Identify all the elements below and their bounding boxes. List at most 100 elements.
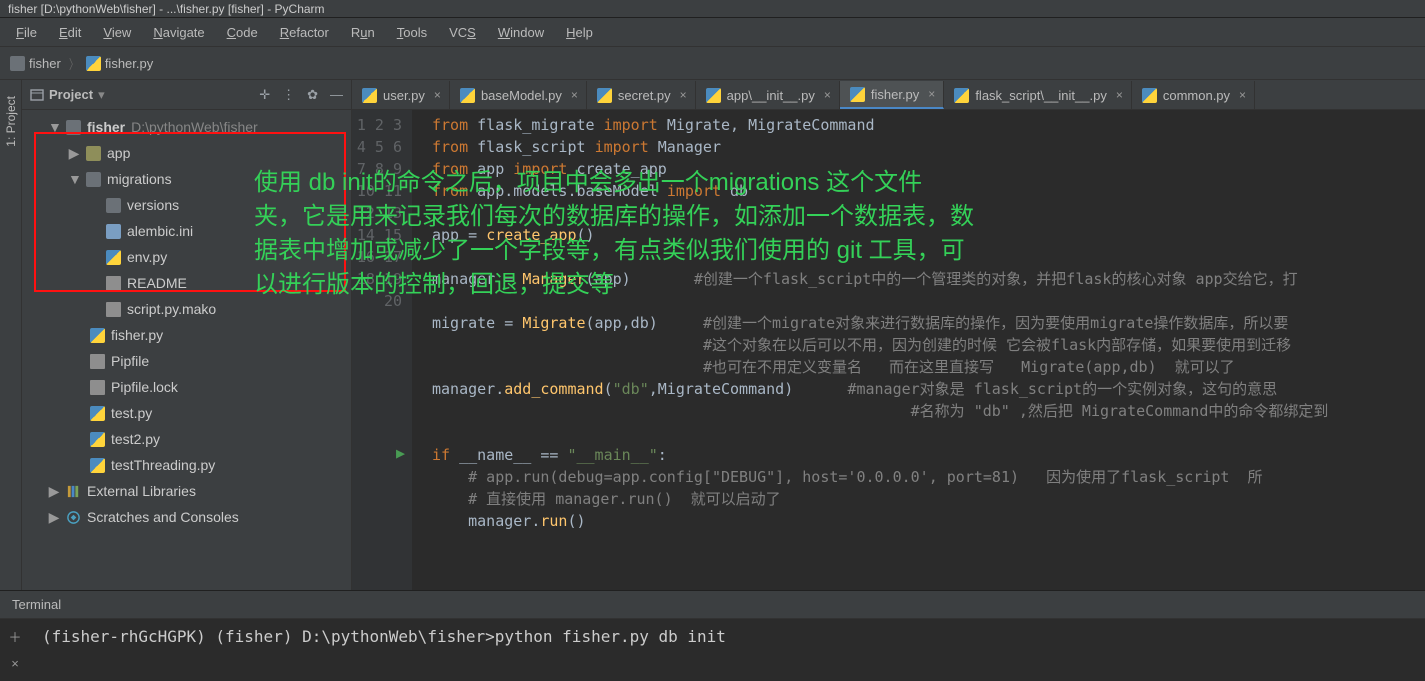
tree-fisherpy[interactable]: fisher.py — [22, 322, 351, 348]
close-session-icon[interactable]: × — [11, 656, 19, 671]
project-panel-header: Project ▾ ✛ ⋮ ✿ — — [22, 80, 351, 110]
tree-scriptmako[interactable]: script.py.mako — [22, 296, 351, 322]
close-icon[interactable]: × — [928, 87, 935, 101]
run-gutter-icon[interactable]: ▶ — [396, 444, 405, 462]
new-session-icon[interactable]: ＋ — [8, 627, 21, 646]
terminal-title: Terminal — [12, 597, 61, 612]
python-file-icon — [90, 458, 105, 473]
python-file-icon — [362, 88, 377, 103]
terminal-output[interactable]: (fisher-rhGcHGPK) (fisher) D:\pythonWeb\… — [30, 619, 1425, 654]
menu-code[interactable]: Code — [217, 23, 268, 42]
package-icon — [86, 146, 101, 161]
menu-window[interactable]: Window — [488, 23, 554, 42]
menu-edit[interactable]: Edit — [49, 23, 91, 42]
tab-basemodel[interactable]: baseModel.py× — [450, 81, 587, 109]
python-file-icon — [90, 328, 105, 343]
tree-migrations[interactable]: ▼ migrations — [22, 166, 351, 192]
tab-app-init[interactable]: app\__init__.py× — [696, 81, 840, 109]
terminal-line: (fisher-rhGcHGPK) (fisher) D:\pythonWeb\… — [42, 627, 726, 646]
settings-icon[interactable]: ✿ — [307, 87, 318, 103]
tree-envpy[interactable]: env.py — [22, 244, 351, 270]
python-file-icon — [850, 87, 865, 102]
tree-versions[interactable]: versions — [22, 192, 351, 218]
close-icon[interactable]: × — [824, 88, 831, 102]
python-file-icon — [1142, 88, 1157, 103]
project-panel-title[interactable]: Project — [49, 87, 93, 102]
close-icon[interactable]: × — [1116, 88, 1123, 102]
menu-refactor[interactable]: Refactor — [270, 23, 339, 42]
tree-scratches[interactable]: ▶ Scratches and Consoles — [22, 504, 351, 530]
text-file-icon — [90, 354, 105, 369]
collapse-icon[interactable]: ⋮ — [282, 87, 295, 103]
dropdown-icon[interactable]: ▾ — [98, 87, 105, 103]
breadcrumb-root[interactable]: fisher — [10, 56, 61, 71]
python-file-icon — [954, 88, 969, 103]
python-file-icon — [86, 56, 101, 71]
tree-root-path: D:\pythonWeb\fisher — [131, 119, 258, 135]
close-icon[interactable]: × — [680, 88, 687, 102]
hide-icon[interactable]: — — [330, 87, 343, 102]
close-icon[interactable]: × — [434, 88, 441, 102]
window-title: fisher [D:\pythonWeb\fisher] - ...\fishe… — [8, 2, 325, 16]
folder-icon — [86, 172, 101, 187]
python-file-icon — [90, 432, 105, 447]
python-file-icon — [460, 88, 475, 103]
window-title-bar: fisher [D:\pythonWeb\fisher] - ...\fishe… — [0, 0, 1425, 18]
tree-pipfile[interactable]: Pipfile — [22, 348, 351, 374]
menu-vcs[interactable]: VCS — [439, 23, 486, 42]
breadcrumb: fisher 〉 fisher.py — [0, 46, 1425, 80]
expand-icon[interactable]: ▶ — [48, 483, 60, 500]
close-icon[interactable]: × — [1239, 88, 1246, 102]
tab-common[interactable]: common.py× — [1132, 81, 1255, 109]
python-file-icon — [90, 406, 105, 421]
menu-tools[interactable]: Tools — [387, 23, 437, 42]
tree-testthreading[interactable]: testThreading.py — [22, 452, 351, 478]
folder-icon — [106, 198, 121, 213]
menu-help[interactable]: Help — [556, 23, 603, 42]
expand-icon[interactable]: ▶ — [68, 145, 80, 162]
code-editor[interactable]: 1 2 3 4 5 6 7 8 9 10 11 12 13 14 15 16 1… — [352, 110, 1425, 590]
tab-secret[interactable]: secret.py× — [587, 81, 696, 109]
close-icon[interactable]: × — [571, 88, 578, 102]
expand-icon[interactable]: ▶ — [48, 509, 60, 526]
project-panel: Project ▾ ✛ ⋮ ✿ — ▼ fisher D:\pythonWeb\… — [22, 80, 352, 590]
editor-area: user.py× baseModel.py× secret.py× app\__… — [352, 80, 1425, 590]
side-tab-project[interactable]: 1: Project — [4, 96, 18, 147]
menu-file[interactable]: File — [6, 23, 47, 42]
project-tree[interactable]: ▼ fisher D:\pythonWeb\fisher ▶ app ▼ mig… — [22, 110, 351, 534]
tree-root[interactable]: ▼ fisher D:\pythonWeb\fisher — [22, 114, 351, 140]
breadcrumb-root-label: fisher — [29, 56, 61, 71]
menu-run[interactable]: Run — [341, 23, 385, 42]
terminal-header[interactable]: Terminal — [0, 591, 1425, 619]
collapse-icon[interactable]: ▼ — [68, 171, 80, 187]
tree-external-libs[interactable]: ▶ External Libraries — [22, 478, 351, 504]
tab-fisher[interactable]: fisher.py× — [840, 81, 944, 109]
editor-tab-bar: user.py× baseModel.py× secret.py× app\__… — [352, 80, 1425, 110]
main-menu-bar: File Edit View Navigate Code Refactor Ru… — [0, 18, 1425, 46]
menu-view[interactable]: View — [93, 23, 141, 42]
tree-testpy[interactable]: test.py — [22, 400, 351, 426]
tree-app[interactable]: ▶ app — [22, 140, 351, 166]
code-content[interactable]: from flask_migrate import Migrate, Migra… — [412, 110, 1425, 590]
tab-user[interactable]: user.py× — [352, 81, 450, 109]
expand-icon[interactable]: ▼ — [48, 119, 60, 135]
menu-navigate[interactable]: Navigate — [143, 23, 214, 42]
breadcrumb-file-label: fisher.py — [105, 56, 153, 71]
text-file-icon — [106, 302, 121, 317]
python-file-icon — [706, 88, 721, 103]
ini-file-icon — [106, 224, 121, 239]
tree-pipfilelock[interactable]: Pipfile.lock — [22, 374, 351, 400]
python-file-icon — [597, 88, 612, 103]
tab-flask-script-init[interactable]: flask_script\__init__.py× — [944, 81, 1132, 109]
terminal-panel: Terminal ＋ × (fisher-rhGcHGPK) (fisher) … — [0, 590, 1425, 681]
locate-icon[interactable]: ✛ — [259, 87, 270, 103]
breadcrumb-file[interactable]: fisher.py — [86, 56, 153, 71]
tree-readme[interactable]: README — [22, 270, 351, 296]
text-file-icon — [106, 276, 121, 291]
tree-alembic[interactable]: alembic.ini — [22, 218, 351, 244]
tree-test2py[interactable]: test2.py — [22, 426, 351, 452]
tool-window-stripe: 1: Project — [0, 80, 22, 590]
text-file-icon — [90, 380, 105, 395]
python-file-icon — [106, 250, 121, 265]
library-icon — [66, 484, 81, 499]
